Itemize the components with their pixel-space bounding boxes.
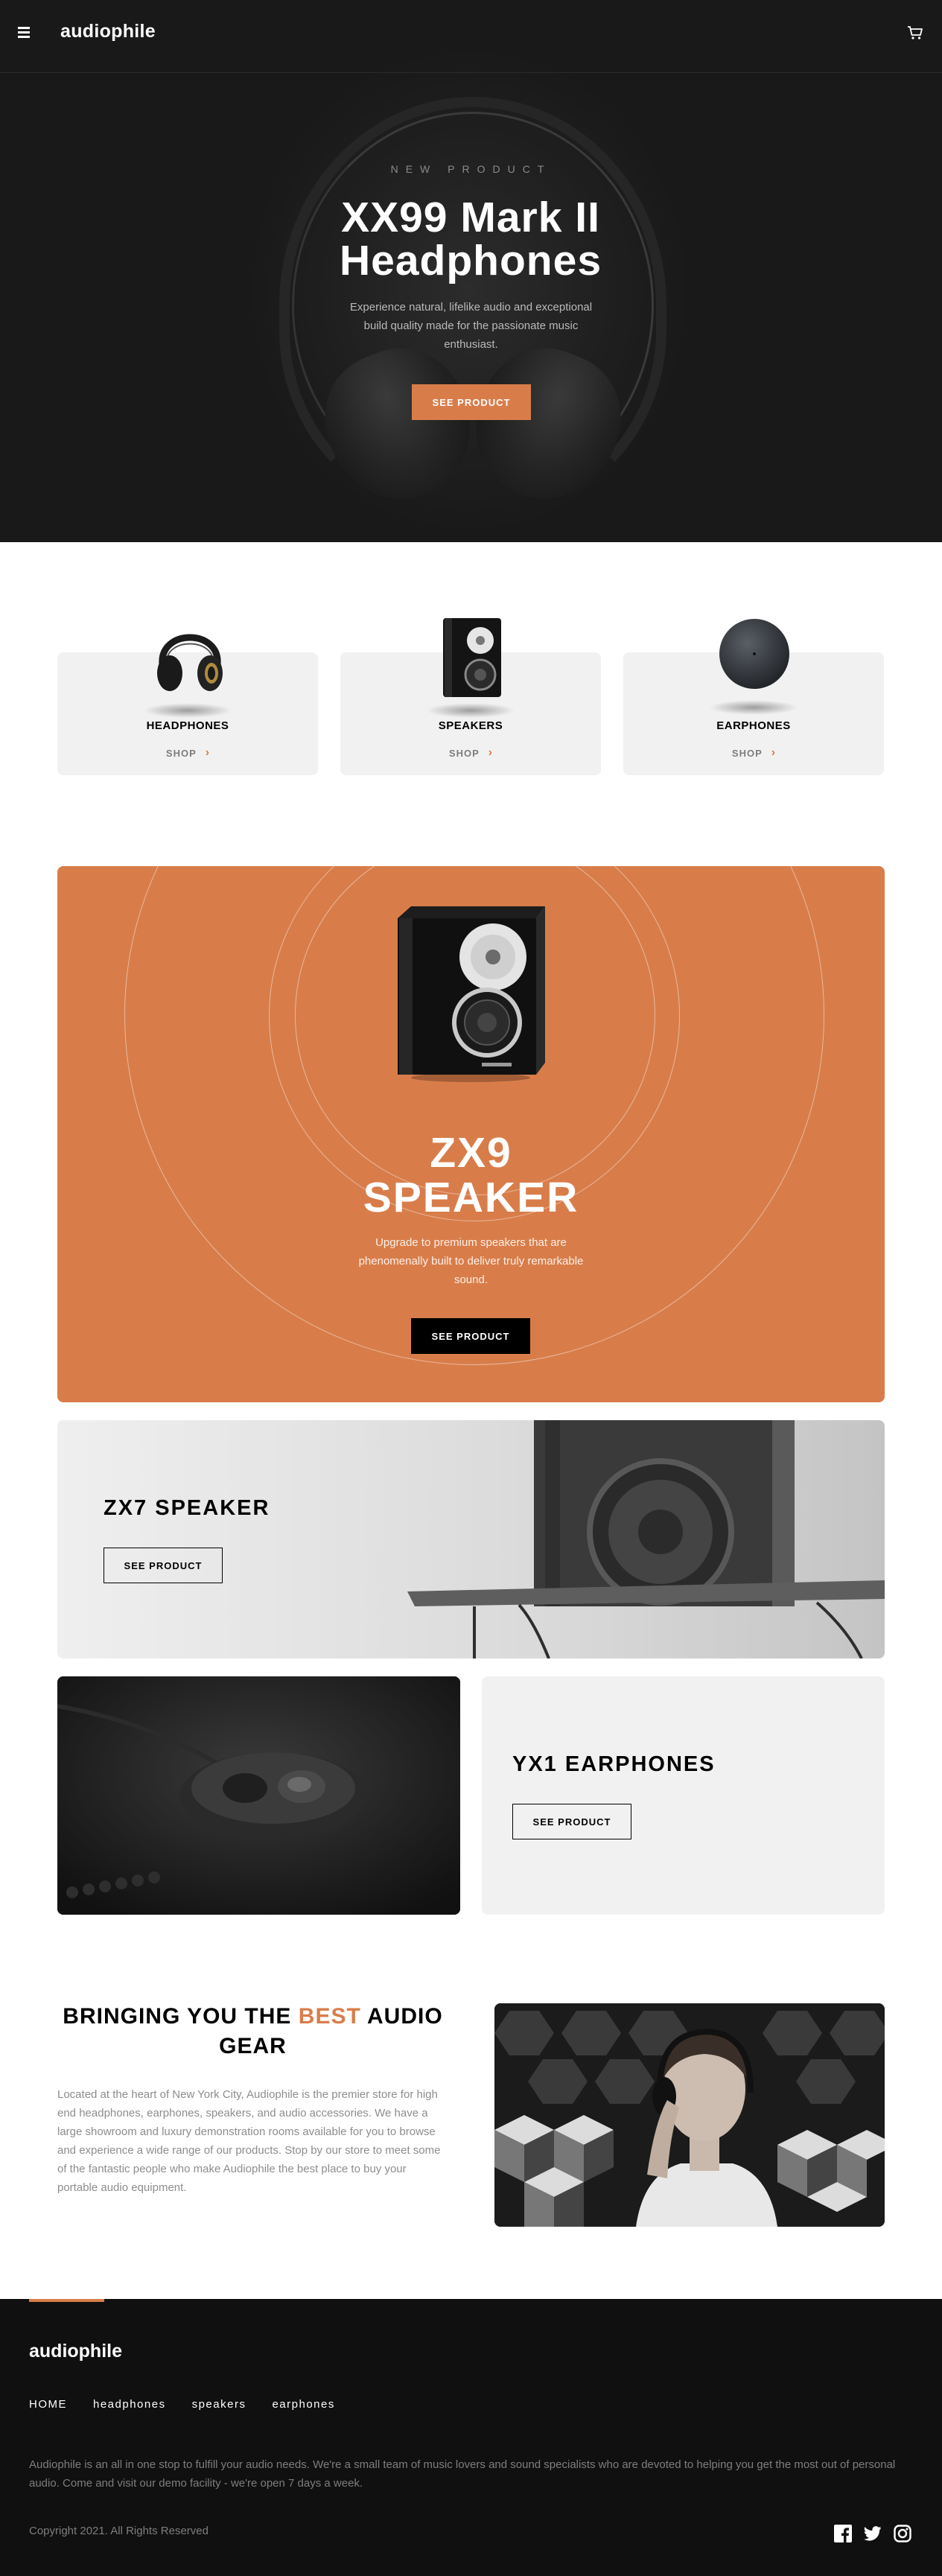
zx7-see-product-button[interactable]: SEE PRODUCT — [104, 1548, 223, 1583]
zx7-promo: ZX7 SPEAKER SEE PRODUCT — [57, 1420, 885, 1659]
zx9-title-line2: SPEAKER — [363, 1174, 579, 1221]
shop-label: SHOP — [731, 747, 763, 759]
zx7-title: ZX7 SPEAKER — [104, 1496, 270, 1520]
category-label: SPEAKERS — [438, 719, 503, 732]
footer-accent-bar — [29, 2299, 104, 2302]
category-shop-link[interactable]: SHOP › — [57, 746, 318, 760]
twitter-icon[interactable] — [863, 2525, 882, 2542]
zx9-title-line1: ZX9 — [430, 1129, 512, 1177]
cart-icon[interactable] — [907, 25, 923, 40]
about-title-text: BRINGING YOU THE — [63, 2004, 299, 2029]
hero-section: audiophile NEW PRODUCT XX99 Mark II Head… — [0, 0, 942, 542]
yx1-earphones-image — [57, 1676, 460, 1915]
yx1-title: YX1 EARPHONES — [512, 1752, 716, 1776]
hero-description: Experience natural, lifelike audio and e… — [349, 301, 593, 351]
zx7-background-image — [57, 1420, 885, 1659]
hero-see-product-button[interactable]: SEE PRODUCT — [412, 384, 531, 420]
man-with-headphones-image — [494, 2003, 885, 2227]
hero-overline: NEW PRODUCT — [390, 163, 552, 175]
about-title-accent: BEST — [298, 2004, 361, 2029]
chevron-right-icon: › — [205, 746, 210, 759]
site-logo[interactable]: audiophile — [60, 21, 156, 42]
chevron-right-icon: › — [771, 746, 776, 759]
yx1-see-product-button[interactable]: SEE PRODUCT — [512, 1804, 631, 1839]
page: audiophile NEW PRODUCT XX99 Mark II Head… — [0, 0, 942, 2576]
category-shop-link[interactable]: SHOP › — [623, 746, 884, 760]
footer-nav: HOME headphones speakers earphones — [29, 2398, 335, 2411]
shop-label: SHOP — [165, 747, 197, 759]
category-shadow — [143, 703, 232, 718]
category-shop-link[interactable]: SHOP › — [340, 746, 601, 760]
facebook-icon[interactable] — [834, 2525, 852, 2542]
footer-nav-home[interactable]: HOME — [29, 2398, 67, 2411]
about-description: Located at the heart of New York City, A… — [57, 2088, 441, 2194]
yx1-promo: YX1 EARPHONES SEE PRODUCT — [482, 1676, 885, 1915]
footer-nav-earphones[interactable]: earphones — [272, 2398, 334, 2411]
headphones-thumbnail — [149, 612, 231, 702]
copyright-text: Copyright 2021. All Rights Reserved — [29, 2525, 209, 2537]
category-shadow — [426, 703, 515, 718]
footer-logo[interactable]: audiophile — [29, 2341, 122, 2362]
header-divider — [0, 72, 942, 73]
zx9-description: Upgrade to premium speakers that are phe… — [358, 1236, 584, 1286]
zx9-speaker-image — [396, 905, 545, 1084]
earphones-case-thumbnail — [717, 617, 792, 691]
hamburger-menu-icon[interactable] — [18, 27, 31, 39]
zx9-promo: ZX9 SPEAKER Upgrade to premium speakers … — [57, 866, 885, 1402]
hero-title: XX99 Mark II Headphones — [339, 194, 602, 284]
footer-nav-headphones[interactable]: headphones — [93, 2398, 166, 2411]
about-title: BRINGING YOU THE BEST AUDIO GEAR — [57, 2002, 448, 2061]
zx9-see-product-button[interactable]: SEE PRODUCT — [411, 1318, 530, 1354]
category-label: EARPHONES — [716, 719, 791, 732]
zx9-title: ZX9 SPEAKER — [57, 1130, 885, 1220]
footer-nav-speakers[interactable]: speakers — [192, 2398, 246, 2411]
shop-label: SHOP — [448, 747, 480, 759]
category-shadow — [709, 700, 798, 715]
instagram-icon[interactable] — [894, 2525, 911, 2542]
footer-description: Audiophile is an all in one stop to fulf… — [29, 2458, 896, 2490]
speaker-thumbnail — [434, 615, 509, 701]
footer: audiophile HOME headphones speakers earp… — [0, 2299, 942, 2576]
chevron-right-icon: › — [488, 746, 493, 759]
category-label: HEADPHONES — [146, 719, 229, 732]
